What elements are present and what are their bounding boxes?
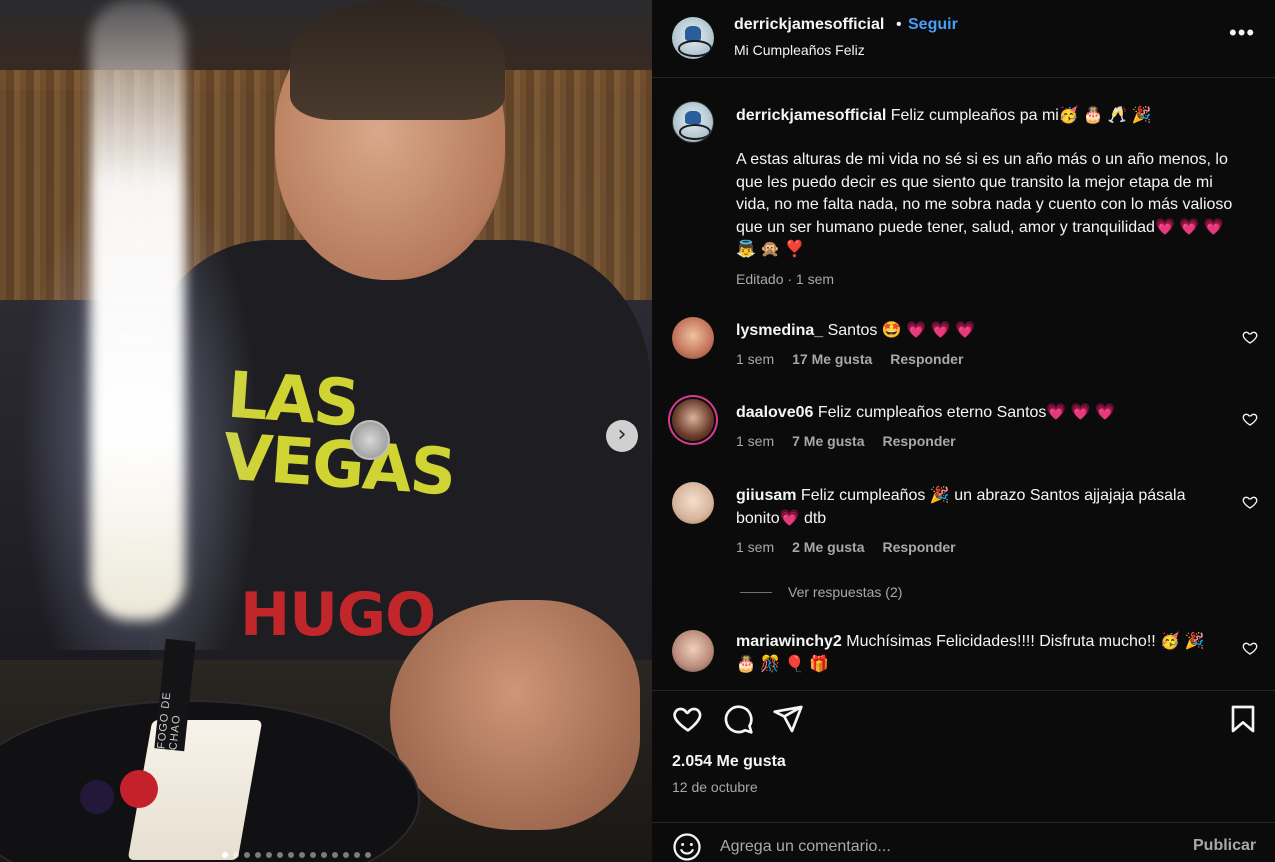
view-replies-label: Ver respuestas (2) bbox=[788, 584, 903, 600]
comment-like-heart-icon[interactable] bbox=[1242, 640, 1258, 656]
bookmark-icon[interactable] bbox=[1227, 703, 1259, 735]
person-hand bbox=[390, 600, 640, 830]
comment-meta: 1 sem 7 Me gusta Responder bbox=[736, 433, 956, 449]
add-comment-bar: Publicar bbox=[652, 822, 1275, 862]
post-date[interactable]: 12 de octubre bbox=[672, 779, 758, 795]
comment-like-heart-icon[interactable] bbox=[1242, 411, 1258, 427]
carousel-dot bbox=[299, 852, 305, 858]
comment-likes[interactable]: 17 Me gusta bbox=[792, 351, 872, 367]
commenter-username[interactable]: daalove06 bbox=[736, 404, 813, 421]
carousel-indicator bbox=[222, 852, 371, 858]
carousel-next-button[interactable]: › bbox=[606, 420, 638, 452]
comment-body: Santos 🤩 💗 💗 💗 bbox=[827, 322, 975, 339]
sparkler-flame bbox=[90, 0, 185, 620]
comment-input[interactable] bbox=[720, 833, 1170, 861]
carousel-dot bbox=[365, 852, 371, 858]
commenter-avatar[interactable] bbox=[672, 399, 714, 441]
blackberry bbox=[80, 780, 114, 814]
comment-body: Feliz cumpleaños 🎉 un abrazo Santos ajja… bbox=[736, 487, 1186, 527]
post-header: derrickjamesofficial • Seguir Mi Cumplea… bbox=[652, 0, 1275, 78]
caption-username[interactable]: derrickjamesofficial bbox=[736, 107, 886, 124]
caption-author-avatar[interactable] bbox=[672, 101, 714, 143]
post-actions: 2.054 Me gusta 12 de octubre bbox=[652, 690, 1275, 830]
comment-text: lysmedina_ Santos 🤩 💗 💗 💗 bbox=[736, 319, 1226, 342]
comments-section[interactable]: derrickjamesofficial Feliz cumpleaños pa… bbox=[652, 79, 1275, 689]
commenter-username[interactable]: giiusam bbox=[736, 487, 796, 504]
comment-icon[interactable] bbox=[722, 703, 754, 735]
comment-text: giiusam Feliz cumpleaños 🎉 un abrazo San… bbox=[736, 484, 1226, 530]
commenter-avatar[interactable] bbox=[672, 317, 714, 359]
carousel-dot bbox=[343, 852, 349, 858]
person-hair bbox=[290, 0, 505, 120]
caption-title-text: Feliz cumpleaños pa mi🥳 🎂 🥂 🎉 bbox=[890, 107, 1152, 124]
carousel-dot bbox=[233, 852, 239, 858]
heart-icon[interactable] bbox=[672, 703, 704, 735]
publish-button[interactable]: Publicar bbox=[1193, 837, 1256, 855]
comment-time[interactable]: 1 sem bbox=[736, 351, 774, 367]
comment-like-heart-icon[interactable] bbox=[1242, 494, 1258, 510]
comment-like-heart-icon[interactable] bbox=[1242, 329, 1258, 345]
shirt-print-text-2: HUGO bbox=[240, 580, 436, 650]
emoji-icon[interactable] bbox=[672, 832, 702, 862]
carousel-dot bbox=[321, 852, 327, 858]
comment-text: daalove06 Feliz cumpleaños eterno Santos… bbox=[736, 401, 1226, 424]
comment-reply-button[interactable]: Responder bbox=[890, 351, 963, 367]
follow-button[interactable]: Seguir bbox=[908, 16, 958, 34]
comment-likes[interactable]: 2 Me gusta bbox=[792, 539, 864, 555]
view-replies-button[interactable]: Ver respuestas (2) bbox=[740, 584, 902, 600]
post-side-panel: derrickjamesofficial • Seguir Mi Cumplea… bbox=[652, 0, 1275, 862]
caption-title: derrickjamesofficial Feliz cumpleaños pa… bbox=[736, 105, 1236, 127]
carousel-dot bbox=[222, 852, 228, 858]
carousel-dot bbox=[354, 852, 360, 858]
comment-meta: 1 sem 2 Me gusta Responder bbox=[736, 539, 956, 555]
carousel-dot bbox=[255, 852, 261, 858]
carousel-dot bbox=[266, 852, 272, 858]
comment-text: mariawinchy2 Muchísimas Felicidades!!!! … bbox=[736, 630, 1226, 676]
header-separator: • bbox=[896, 16, 902, 33]
comment-time[interactable]: 1 sem bbox=[736, 433, 774, 449]
likes-count[interactable]: 2.054 Me gusta bbox=[672, 753, 786, 771]
post-photo[interactable]: LAS VEGAS HUGO FOGO DE CHAO › bbox=[0, 0, 652, 862]
comment-reply-button[interactable]: Responder bbox=[882, 433, 955, 449]
commenter-username[interactable]: lysmedina_ bbox=[736, 322, 823, 339]
author-avatar[interactable] bbox=[672, 17, 714, 59]
comment-body: Feliz cumpleaños eterno Santos💗 💗 💗 bbox=[817, 404, 1116, 421]
comment-meta: 1 sem 17 Me gusta Responder bbox=[736, 351, 963, 367]
necklace-pendant bbox=[350, 420, 390, 460]
comment-time[interactable]: 1 sem bbox=[736, 539, 774, 555]
comment-reply-button[interactable]: Responder bbox=[882, 539, 955, 555]
carousel-dot bbox=[310, 852, 316, 858]
share-icon[interactable] bbox=[772, 703, 804, 735]
commenter-username[interactable]: mariawinchy2 bbox=[736, 633, 842, 650]
caption-body: A estas alturas de mi vida no sé si es u… bbox=[736, 151, 1233, 258]
carousel-dot bbox=[277, 852, 283, 858]
strawberry bbox=[120, 770, 158, 808]
commenter-avatar[interactable] bbox=[672, 482, 714, 524]
comment-likes[interactable]: 7 Me gusta bbox=[792, 433, 864, 449]
post-subtitle[interactable]: Mi Cumpleaños Feliz bbox=[734, 42, 865, 58]
caption-meta: Editado · 1 sem bbox=[736, 271, 835, 287]
replies-divider bbox=[740, 591, 772, 593]
commenter-avatar[interactable] bbox=[672, 630, 714, 672]
carousel-dot bbox=[244, 852, 250, 858]
carousel-dot bbox=[332, 852, 338, 858]
more-options-icon[interactable]: ••• bbox=[1229, 20, 1255, 46]
chevron-right-icon: › bbox=[617, 422, 627, 447]
author-username[interactable]: derrickjamesofficial bbox=[734, 16, 884, 34]
carousel-dot bbox=[288, 852, 294, 858]
